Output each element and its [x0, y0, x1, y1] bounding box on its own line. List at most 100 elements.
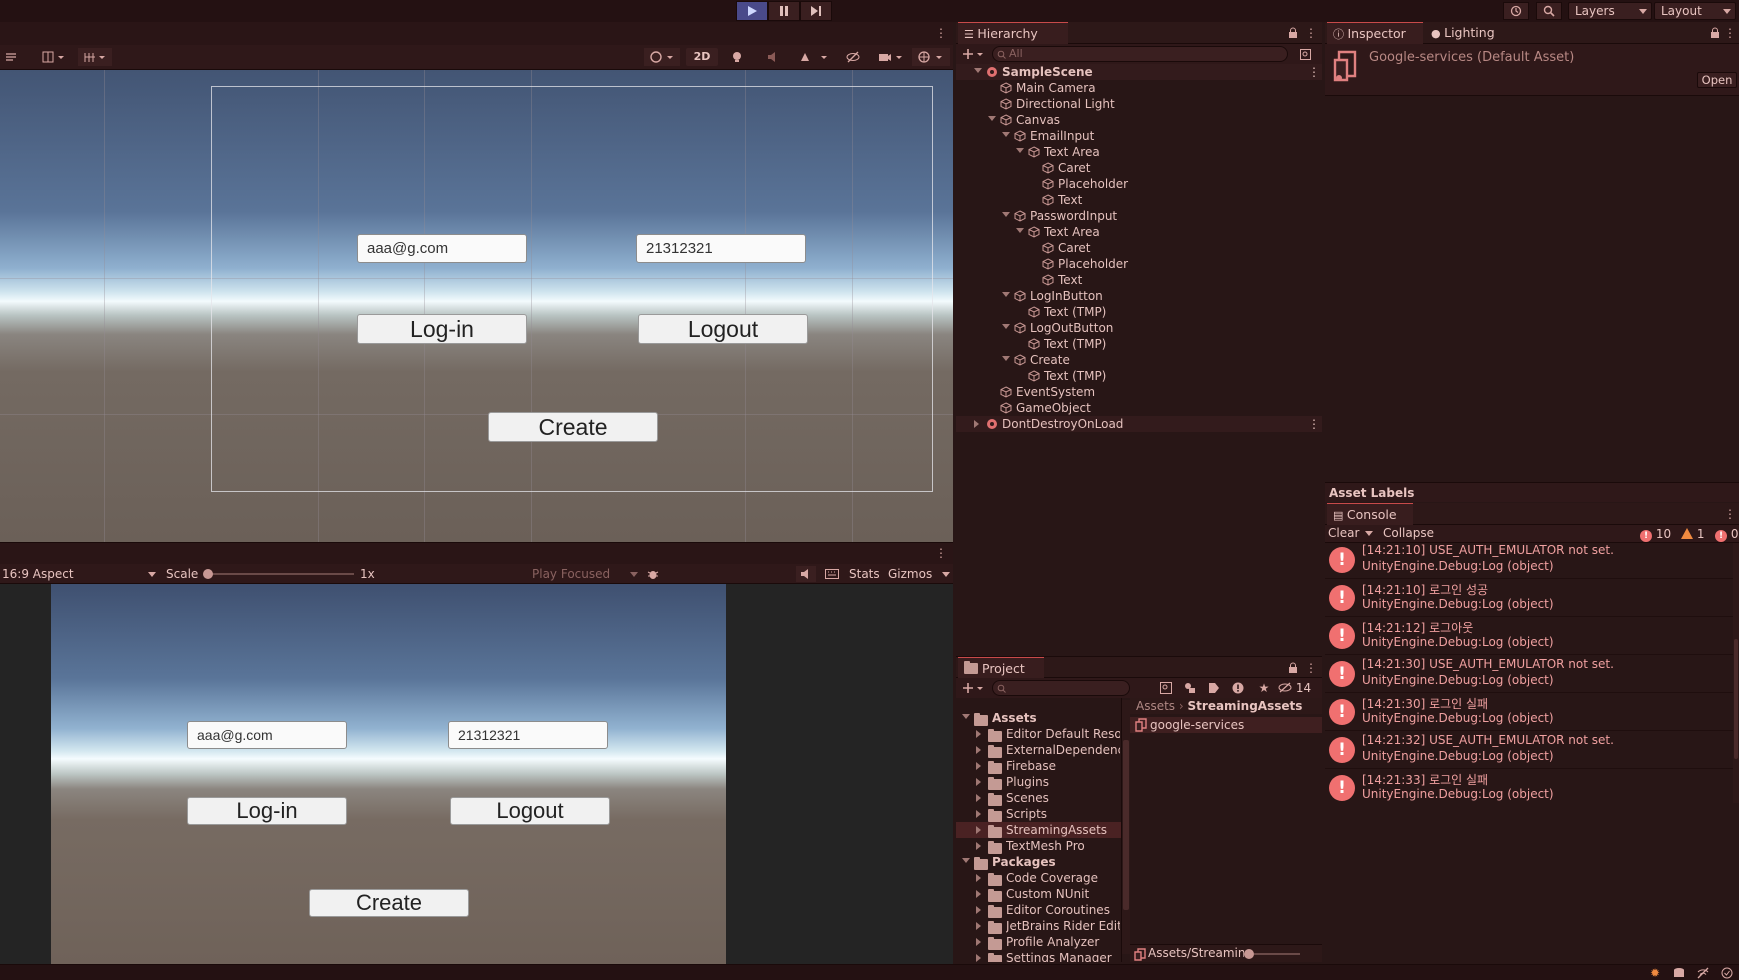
hierarchy-item[interactable]: Text (TMP) [956, 304, 1322, 320]
chevron-right-icon[interactable] [976, 922, 981, 930]
lighting-toggle-icon[interactable] [724, 48, 750, 66]
mute-audio-icon[interactable] [796, 566, 816, 582]
game-render[interactable]: aaa@g.com 21312321 Log-in Logout Create [51, 584, 726, 964]
hierarchy-item[interactable]: EmailInput [956, 128, 1322, 144]
project-folder-item[interactable]: StreamingAssets [956, 822, 1121, 838]
lock-icon[interactable] [1286, 661, 1300, 675]
chevron-right-icon[interactable] [976, 826, 981, 834]
hierarchy-item[interactable]: Create [956, 352, 1322, 368]
alert-icon[interactable] [1230, 681, 1246, 695]
hierarchy-item[interactable]: Text [956, 272, 1322, 288]
project-folder-item[interactable]: JetBrains Rider Edito [956, 918, 1121, 934]
project-folder-item[interactable]: Assets [956, 710, 1121, 726]
chevron-down-icon[interactable] [1016, 148, 1024, 153]
icon-size-slider-thumb[interactable] [1244, 949, 1254, 959]
network-off-icon[interactable] [1695, 966, 1711, 980]
check-circle-icon[interactable] [1719, 966, 1735, 980]
project-search-input[interactable] [992, 680, 1130, 696]
password-input[interactable]: 21312321 [448, 721, 608, 749]
layout-dropdown[interactable]: Layout [1654, 2, 1736, 20]
layers-dropdown[interactable]: Layers [1568, 2, 1652, 20]
hierarchy-item[interactable]: SampleScene ⋮ [956, 64, 1322, 80]
project-folder-item[interactable]: Code Coverage [956, 870, 1121, 886]
chevron-right-icon[interactable] [976, 794, 981, 802]
hierarchy-item[interactable]: Text [956, 192, 1322, 208]
chevron-right-icon[interactable] [976, 762, 981, 770]
chevron-right-icon[interactable] [976, 810, 981, 818]
log-entry[interactable]: ! [14:21:32] USE_AUTH_EMULATOR not set. Un… [1325, 731, 1733, 769]
star-icon[interactable]: ★ [1256, 681, 1272, 695]
hierarchy-search-input[interactable]: All [992, 46, 1288, 62]
kebab-menu-icon[interactable]: ⋮ [1308, 64, 1320, 80]
scale-slider-track[interactable] [206, 573, 354, 575]
project-folder-item[interactable]: Editor Coroutines [956, 902, 1121, 918]
effects-toggle-icon[interactable] [794, 48, 834, 66]
lock-icon[interactable] [1708, 26, 1722, 40]
chevron-right-icon[interactable] [976, 874, 981, 882]
hierarchy-item[interactable]: EventSystem [956, 384, 1322, 400]
hierarchy-item[interactable]: LogInButton [956, 288, 1322, 304]
chevron-down-icon[interactable] [1002, 132, 1010, 137]
kebab-menu-icon[interactable]: ⋮ [934, 26, 948, 40]
chevron-down-icon[interactable] [1002, 356, 1010, 361]
hidden-objects-icon[interactable] [840, 48, 866, 66]
log-entry[interactable]: ! [14:21:33] 로그인 실패 UnityEngine.Debug:Log … [1325, 769, 1733, 805]
scale-slider-thumb[interactable] [203, 569, 213, 579]
asset-labels-bar[interactable]: Asset Labels [1325, 482, 1739, 502]
bug-icon[interactable]: ✹ [1647, 966, 1663, 980]
log-entry[interactable]: ! [14:21:10] 로그인 성공 UnityEngine.Debug:Log … [1325, 579, 1733, 617]
hierarchy-item[interactable]: LogOutButton [956, 320, 1322, 336]
play-button[interactable] [736, 1, 768, 21]
hierarchy-item[interactable]: DontDestroyOnLoad ⋮ [956, 416, 1322, 432]
log-entry[interactable]: ! [14:21:30] 로그인 실패 UnityEngine.Debug:Log … [1325, 693, 1733, 731]
chevron-right-icon[interactable] [976, 906, 981, 914]
label-icon[interactable] [1206, 681, 1222, 695]
hierarchy-item[interactable]: Text (TMP) [956, 368, 1322, 384]
chevron-right-icon[interactable] [974, 420, 979, 428]
project-folder-item[interactable]: Scenes [956, 790, 1121, 806]
project-folder-item[interactable]: Firebase [956, 758, 1121, 774]
chevron-right-icon[interactable] [976, 938, 981, 946]
project-folder-item[interactable]: Custom NUnit [956, 886, 1121, 902]
draw-mode-icon[interactable] [644, 48, 680, 66]
chevron-right-icon[interactable] [976, 954, 981, 962]
grid-snap-icon[interactable] [36, 48, 70, 66]
play-focused-dropdown[interactable]: Play Focused [532, 566, 638, 582]
bug-icon[interactable] [644, 566, 662, 582]
stats-toggle[interactable]: Stats [849, 566, 880, 582]
hidden-packages-toggle[interactable]: 14 [1278, 680, 1320, 696]
kebab-menu-icon[interactable]: ⋮ [1723, 26, 1737, 40]
icon-size-slider-track[interactable] [1254, 953, 1300, 955]
chevron-right-icon[interactable] [976, 730, 981, 738]
keyboard-icon[interactable] [822, 566, 842, 582]
add-icon[interactable] [960, 46, 986, 62]
kebab-menu-icon[interactable]: ⋮ [1304, 26, 1318, 40]
audio-toggle-icon[interactable] [760, 48, 786, 66]
database-icon[interactable] [1671, 966, 1687, 980]
tab-project[interactable]: Project [958, 657, 1044, 679]
login-button[interactable]: Log-in [357, 314, 527, 344]
chevron-down-icon[interactable] [1002, 212, 1010, 217]
log-entry[interactable]: ! [14:21:12] 로그아웃 UnityEngine.Debug:Log (o… [1325, 617, 1733, 655]
chevron-down-icon[interactable] [1365, 531, 1373, 536]
hierarchy-item[interactable]: Text Area [956, 144, 1322, 160]
step-button[interactable] [800, 1, 832, 21]
scrollbar-thumb[interactable] [1734, 639, 1738, 759]
project-folder-item[interactable]: TextMesh Pro [956, 838, 1121, 854]
chevron-right-icon[interactable] [976, 890, 981, 898]
console-log-list[interactable]: ! [14:21:10] USE_AUTH_EMULATOR not set. Un… [1325, 543, 1739, 805]
hierarchy-item[interactable]: PasswordInput [956, 208, 1322, 224]
hierarchy-item[interactable]: Caret [956, 160, 1322, 176]
hierarchy-item[interactable]: Text (TMP) [956, 336, 1322, 352]
create-button[interactable]: Create [488, 412, 658, 442]
chevron-down-icon[interactable] [1016, 228, 1024, 233]
camera-settings-icon[interactable] [874, 48, 908, 66]
email-input[interactable]: aaa@g.com [187, 721, 347, 749]
filter-type-icon[interactable] [1182, 681, 1198, 695]
breadcrumb-root[interactable]: Assets [1136, 699, 1175, 713]
open-button[interactable]: Open [1697, 72, 1737, 88]
kebab-menu-icon[interactable]: ⋮ [1304, 661, 1318, 675]
project-folder-item[interactable]: Scripts [956, 806, 1121, 822]
logout-button[interactable]: Logout [450, 797, 610, 825]
password-input[interactable]: 21312321 [636, 234, 806, 263]
